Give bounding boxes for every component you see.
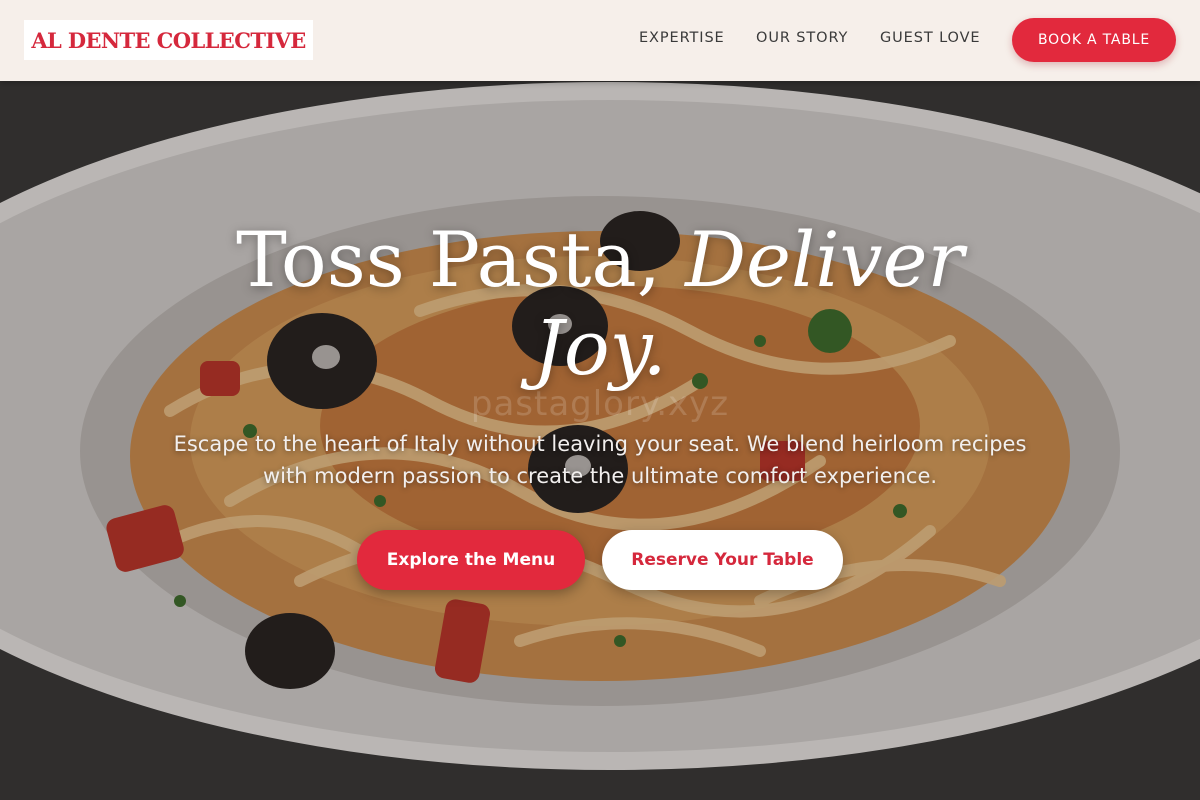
nav-link-guest-love[interactable]: GUEST LOVE bbox=[880, 30, 980, 52]
brand-logo[interactable]: AL DENTE COLLECTIVE bbox=[24, 20, 313, 60]
hero-section: pastaglory.xyz Toss Pasta, Deliver Joy. … bbox=[0, 81, 1200, 800]
nav-link-expertise[interactable]: EXPERTISE bbox=[639, 30, 725, 52]
hero-title-accent-2: Joy. bbox=[533, 303, 667, 392]
hero-subtitle: Escape to the heart of Italy without lea… bbox=[173, 432, 1027, 488]
hero-title-accent: Deliver bbox=[685, 215, 964, 304]
book-table-button[interactable]: BOOK A TABLE bbox=[1012, 18, 1176, 62]
hero-title: Toss Pasta, Deliver Joy. bbox=[150, 216, 1050, 392]
nav-link-our-story[interactable]: OUR STORY bbox=[756, 30, 848, 52]
explore-menu-button[interactable]: Explore the Menu bbox=[357, 530, 585, 590]
hero-title-plain: Toss Pasta, bbox=[236, 215, 661, 304]
reserve-table-button[interactable]: Reserve Your Table bbox=[602, 530, 843, 590]
site-header: AL DENTE COLLECTIVE EXPERTISE OUR STORY … bbox=[0, 0, 1200, 81]
